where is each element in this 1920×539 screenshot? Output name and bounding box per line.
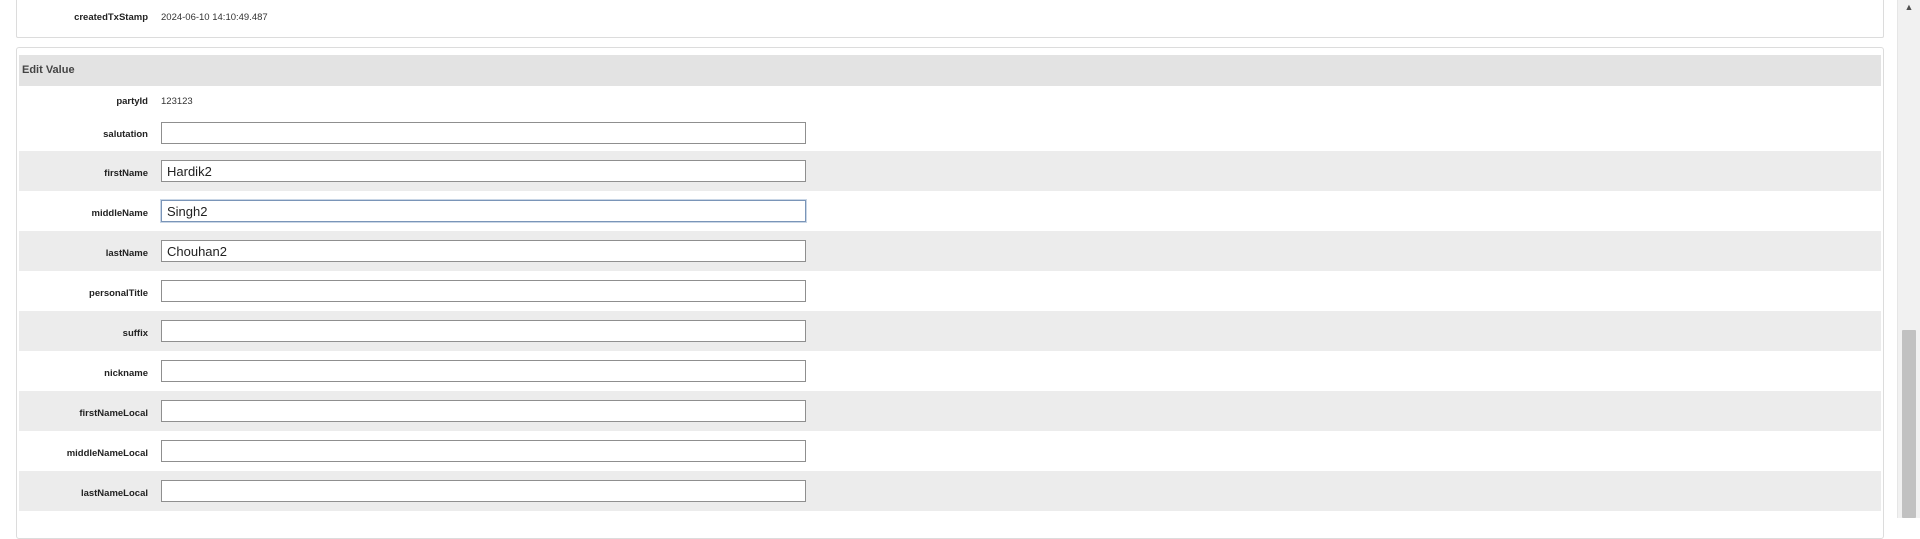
lastNameLocal-input[interactable] — [161, 480, 806, 502]
field-label: salutation — [103, 129, 148, 140]
field-label: suffix — [122, 328, 148, 339]
field-label: firstNameLocal — [79, 408, 148, 419]
middleName-input[interactable] — [161, 200, 806, 222]
field-row-lastNameLocal: lastNameLocal — [19, 471, 1881, 511]
nickname-input[interactable] — [161, 360, 806, 382]
field-row-middleNameLocal: middleNameLocal — [19, 431, 1881, 471]
edit-value-panel: Edit Value partyId 123123 salutation firs… — [16, 47, 1884, 539]
field-label: firstName — [104, 168, 148, 179]
scroll-thumb[interactable] — [1902, 330, 1916, 518]
middleNameLocal-input[interactable] — [161, 440, 806, 462]
salutation-input[interactable] — [161, 122, 806, 144]
firstName-input[interactable] — [161, 160, 806, 182]
panel-header: Edit Value — [19, 55, 1881, 86]
page-content: createdTxStamp 2024-06-10 14:10:49.487 E… — [0, 0, 1897, 539]
field-label: partyId — [116, 96, 148, 107]
field-label: createdTxStamp — [74, 12, 148, 23]
vertical-scrollbar[interactable]: ▲ — [1897, 0, 1920, 518]
party-id-value: 123123 — [161, 96, 193, 107]
field-row-salutation: salutation — [19, 116, 1881, 151]
field-row-createdTxStamp: createdTxStamp 2024-06-10 14:10:49.487 — [19, 9, 1881, 28]
field-label: personalTitle — [89, 288, 148, 299]
field-label: lastNameLocal — [80, 488, 148, 499]
field-label: lastName — [105, 248, 148, 259]
field-label: middleNameLocal — [66, 448, 148, 459]
panel-title: Edit Value — [22, 64, 75, 76]
field-row-firstName: firstName — [19, 151, 1881, 191]
field-value: 2024-06-10 14:10:49.487 — [161, 12, 268, 23]
firstNameLocal-input[interactable] — [161, 400, 806, 422]
suffix-input[interactable] — [161, 320, 806, 342]
field-row-partyId: partyId 123123 — [19, 86, 1881, 116]
field-row-suffix: suffix — [19, 311, 1881, 351]
personalTitle-input[interactable] — [161, 280, 806, 302]
field-row-nickname: nickname — [19, 351, 1881, 391]
scroll-up-arrow-icon[interactable]: ▲ — [1898, 0, 1920, 17]
field-row-middleName: middleName — [19, 191, 1881, 231]
field-row-firstNameLocal: firstNameLocal — [19, 391, 1881, 431]
field-row-lastName: lastName — [19, 231, 1881, 271]
lastName-input[interactable] — [161, 240, 806, 262]
field-label: middleName — [91, 208, 149, 219]
field-label: nickname — [104, 368, 148, 379]
record-view-panel: createdTxStamp 2024-06-10 14:10:49.487 — [16, 0, 1884, 38]
field-row-personalTitle: personalTitle — [19, 271, 1881, 311]
